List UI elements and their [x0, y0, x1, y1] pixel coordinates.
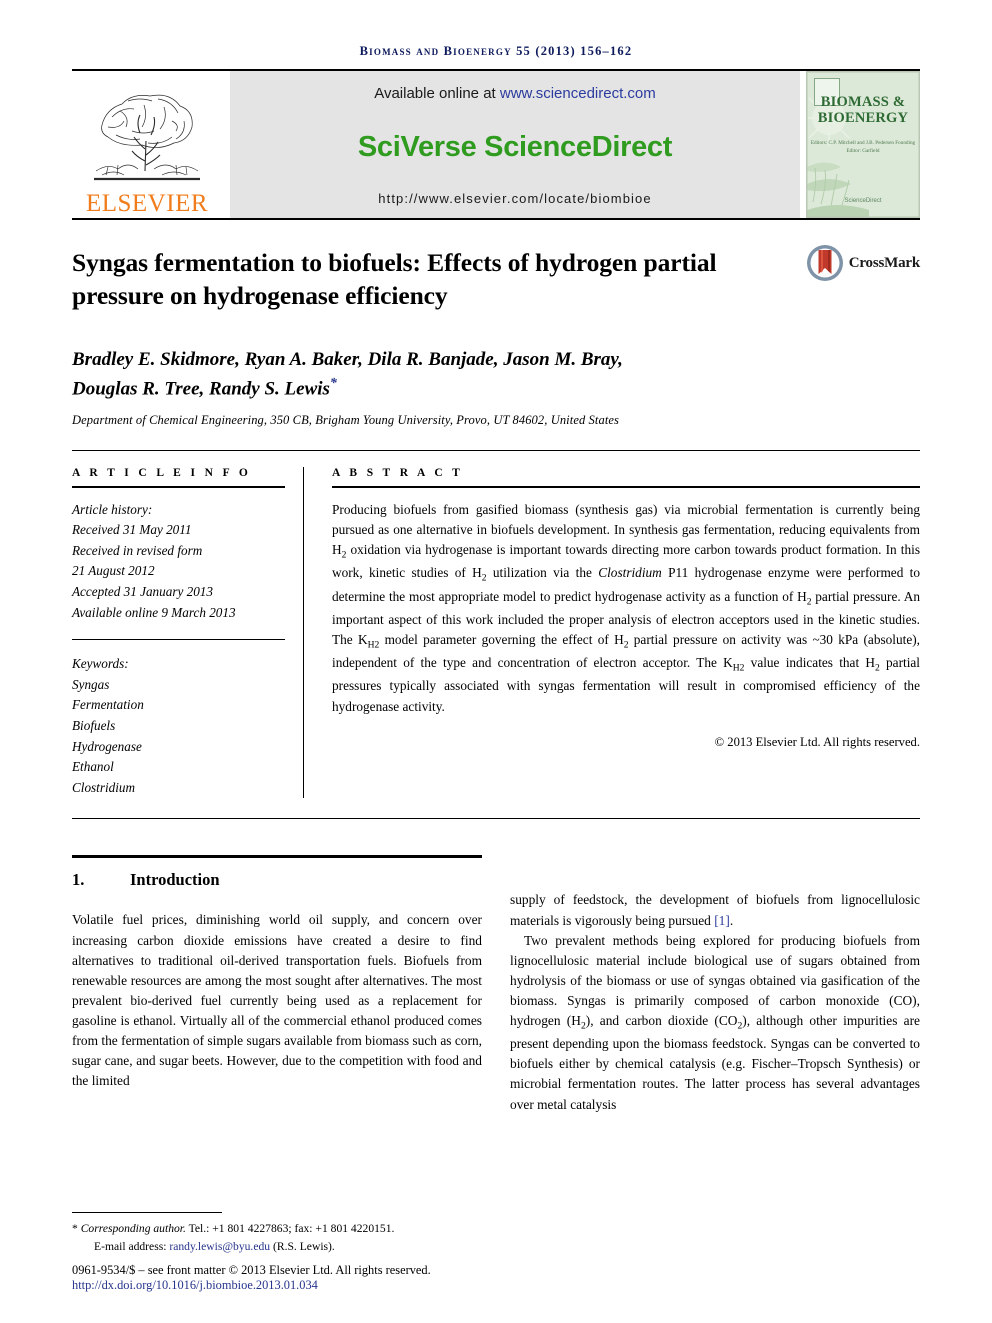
corresponding-author-label: Corresponding author. [80, 1222, 186, 1236]
intro-paragraph-right-2: Two prevalent methods being explored for… [510, 931, 920, 1115]
email-label: E-mail address: [94, 1239, 170, 1253]
email-link[interactable]: randy.lewis@byu.edu [169, 1240, 270, 1253]
corresponding-author-marker[interactable]: * [330, 376, 337, 391]
running-head: Biomass and Bioenergy 55 (2013) 156–162 [359, 44, 633, 58]
keywords-label: Keywords: [72, 656, 129, 672]
abstract-text: Producing biofuels from gasified biomass… [332, 500, 920, 717]
history-item: Accepted 31 January 2013 [72, 584, 213, 600]
abstract-heading-rule [332, 485, 920, 488]
body-column-right: supply of feedstock, the development of … [510, 855, 920, 1114]
section-title-text: Introduction [130, 870, 220, 890]
right-column-spacer [510, 855, 920, 890]
article-history-label: Article history: [72, 501, 153, 517]
issn-front-matter: 0961-9534/$ – see front matter © 2013 El… [72, 1263, 431, 1277]
cover-footer-mark: ScienceDirect [844, 198, 882, 204]
elsevier-logo: ELSEVIER [72, 71, 222, 218]
title-block: Syngas fermentation to biofuels: Effects… [72, 220, 920, 428]
crossmark-label: CrossMark [848, 254, 920, 271]
abstract-part: model parameter governing the effect of … [379, 631, 624, 647]
footnote-marker: * [72, 1222, 78, 1236]
author-line-2-text: Douglas R. Tree, Randy S. Lewis [72, 378, 330, 400]
affiliation: Department of Chemical Engineering, 350 … [72, 412, 620, 427]
abstract-sub: H2 [367, 639, 380, 651]
body-columns: 1. Introduction Volatile fuel prices, dim… [72, 855, 920, 1114]
elsevier-tree-icon [94, 94, 200, 181]
journal-cover-thumbnail: BIOMASS & BIOENERGY Editors: C.P. Mitche… [806, 71, 920, 218]
journal-homepage-url[interactable]: http://www.elsevier.com/locate/biombioe [378, 191, 651, 206]
keyword-item: Syngas [72, 676, 110, 692]
cover-title-line1: BIOMASS & [820, 94, 906, 110]
elsevier-wordmark: ELSEVIER [85, 190, 209, 217]
intro-right-2-mid: ), and carbon dioxide (CO [585, 1013, 738, 1029]
keyword-item: Ethanol [72, 759, 114, 775]
author-line-2: Douglas R. Tree, Randy S. Lewis* [72, 374, 762, 403]
sciverse-sciencedirect-wordmark: SciVerse ScienceDirect [357, 131, 673, 163]
abstract-sub: H2 [732, 662, 745, 674]
paper-first-page: Biomass and Bioenergy 55 (2013) 156–162 [0, 0, 992, 1323]
history-item: 21 August 2012 [72, 563, 155, 579]
section-heading-introduction: 1. Introduction [72, 870, 482, 890]
journal-banner: ELSEVIER Available online at www.science… [72, 71, 920, 218]
history-item: Received 31 May 2011 [72, 522, 192, 538]
keyword-item: Biofuels [72, 718, 116, 734]
author-list: Bradley E. Skidmore, Ryan A. Baker, Dila… [72, 346, 762, 402]
article-info-heading-rule [72, 485, 285, 488]
history-item: Received in revised form [72, 542, 203, 558]
corresponding-author-contact: Tel.: +1 801 4227863; fax: +1 801 422015… [185, 1222, 395, 1236]
abstract-genus: Clostridium [598, 565, 662, 581]
section-number: 1. [72, 870, 85, 890]
doi-link[interactable]: http://dx.doi.org/10.1016/j.biombioe.201… [72, 1278, 502, 1293]
keywords-block: Keywords: Syngas Fermentation Biofuels H… [72, 654, 285, 798]
available-online-prefix: Available online at [374, 85, 500, 102]
cover-subtitle: Editors: C.P. Mitchell and J.B. Pedersen… [810, 140, 916, 154]
abstract-copyright: © 2013 Elsevier Ltd. All rights reserved… [714, 734, 920, 749]
footnote-rule [72, 1212, 222, 1214]
article-info-column: A R T I C L E I N F O Article history: R… [72, 466, 304, 799]
keyword-item: Fermentation [72, 697, 144, 713]
page-footer: * Corresponding author. Tel.: +1 801 422… [72, 1212, 502, 1293]
intro-paragraph-left: Volatile fuel prices, diminishing world … [72, 912, 482, 1089]
crossmark-badge[interactable]: CrossMark [806, 244, 920, 282]
corresponding-author-note: * Corresponding author. Tel.: +1 801 422… [72, 1220, 502, 1255]
keyword-item: Clostridium [72, 779, 136, 795]
keyword-item: Hydrogenase [72, 738, 142, 754]
author-line-1: Bradley E. Skidmore, Ryan A. Baker, Dila… [72, 349, 623, 371]
article-history-block: Article history: Received 31 May 2011 Re… [72, 500, 285, 624]
article-info-divider [72, 639, 285, 641]
sciencedirect-link[interactable]: www.sciencedirect.com [500, 85, 656, 102]
email-suffix: (R.S. Lewis). [270, 1239, 335, 1253]
abstract-part: utilization via the [486, 565, 599, 581]
intro-paragraph-right-1: supply of feedstock, the development of … [510, 890, 920, 930]
intro-right-1-post: . [729, 912, 734, 928]
cover-title: BIOMASS & BIOENERGY [807, 94, 919, 126]
introduction-rule [72, 855, 482, 859]
history-item: Available online 9 March 2013 [72, 604, 236, 620]
page-title: Syngas fermentation to biofuels: Effects… [72, 248, 717, 311]
abstract-column: A B S T R A C T Producing biofuels from … [304, 467, 920, 799]
abstract-bottom-rule [72, 818, 920, 820]
body-column-left: 1. Introduction Volatile fuel prices, dim… [72, 855, 482, 1114]
citation-link-1[interactable]: [1] [714, 913, 730, 928]
crossmark-icon [806, 245, 843, 281]
article-info-heading: A R T I C L E I N F O [72, 466, 252, 479]
info-abstract-section: A R T I C L E I N F O Article history: R… [72, 451, 920, 799]
sciencedirect-banner: Available online at www.sciencedirect.co… [230, 71, 800, 218]
abstract-part: value indicates that H [744, 655, 875, 671]
available-online-line: Available online at www.sciencedirect.co… [374, 85, 656, 102]
cover-title-line2: BIOENERGY [817, 110, 909, 127]
abstract-heading: A B S T R A C T [332, 466, 464, 479]
